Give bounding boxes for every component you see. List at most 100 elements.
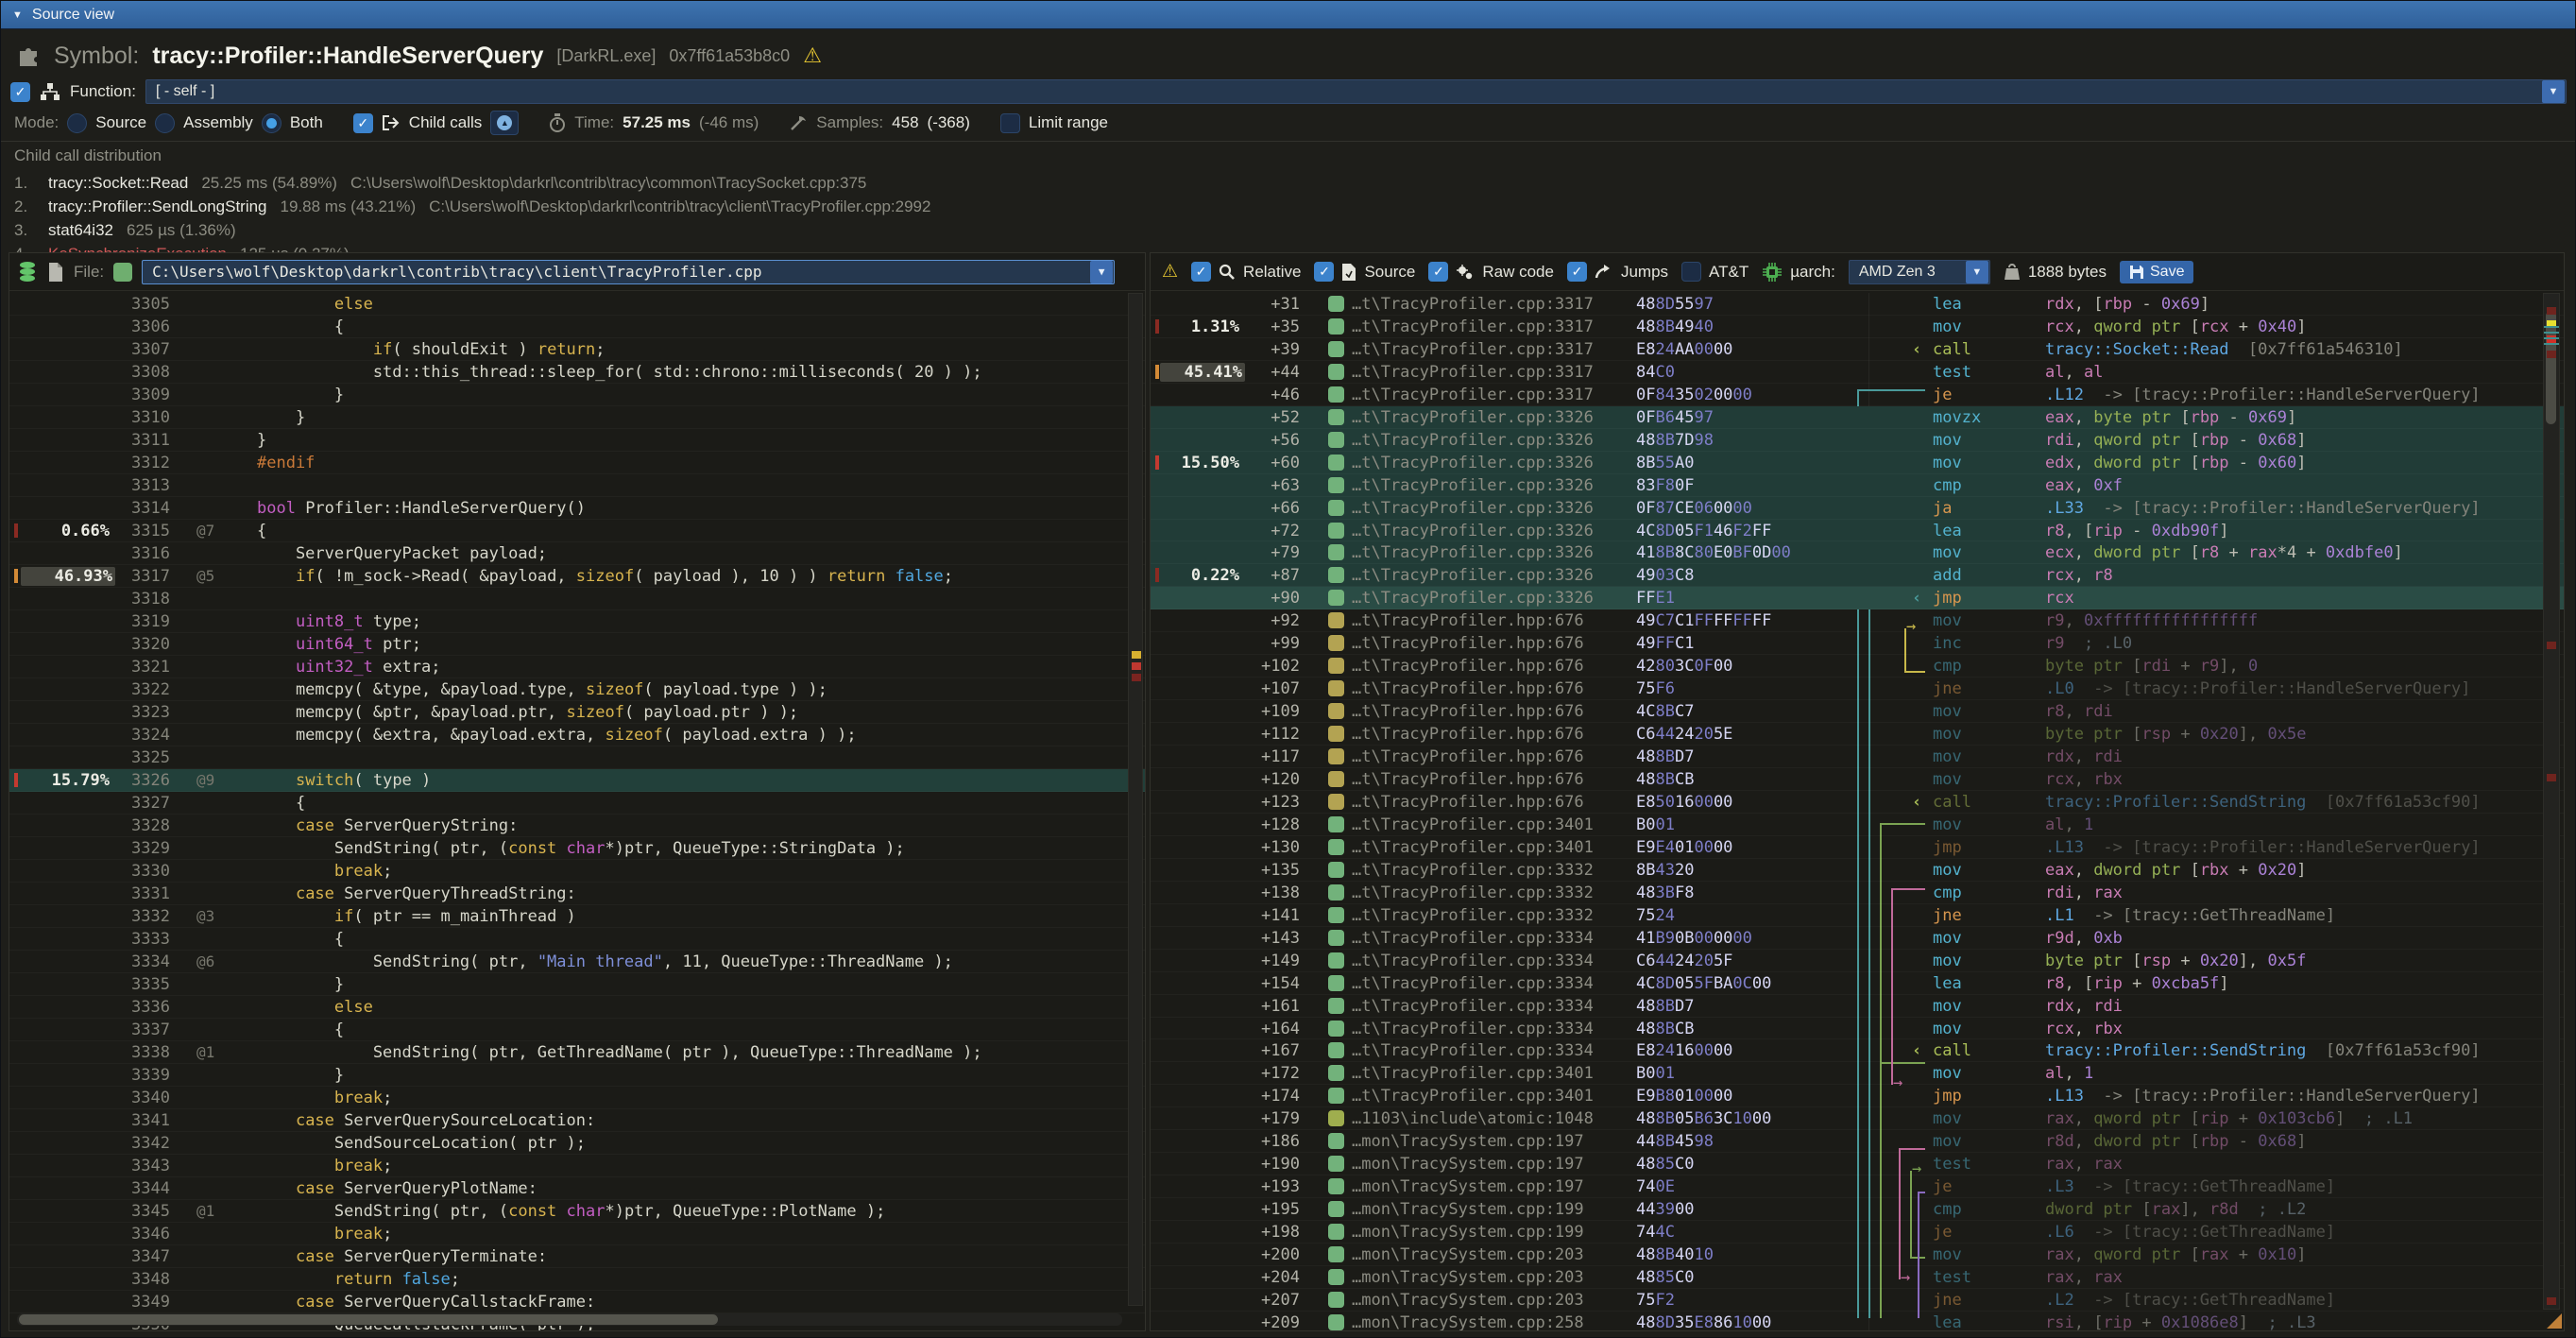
source-location[interactable]: …t\TracyProfiler.cpp:3401 (1352, 1064, 1594, 1083)
source-location[interactable]: …t\TracyProfiler.cpp:3326 (1352, 522, 1594, 540)
source-line[interactable]: 3306 { (9, 316, 1145, 338)
source-file-swatch[interactable] (1328, 1065, 1344, 1081)
source-file-swatch[interactable] (1328, 1178, 1344, 1194)
source-file-swatch[interactable] (1328, 771, 1344, 787)
source-toggle[interactable]: ✓ Source (1314, 262, 1415, 282)
source-file-swatch[interactable] (1328, 816, 1344, 832)
source-location[interactable]: …t\TracyProfiler.cpp:3326 (1352, 431, 1594, 450)
source-file-swatch[interactable] (1328, 1314, 1344, 1330)
source-file-swatch[interactable] (1328, 1246, 1344, 1262)
file-select[interactable]: C:\Users\wolf\Desktop\darkrl\contrib\tra… (142, 260, 1115, 284)
source-file-swatch[interactable] (1328, 523, 1344, 539)
asm-vscroll-thumb[interactable] (2546, 311, 2556, 424)
mode-assembly-label[interactable]: Assembly (183, 113, 253, 132)
source-line[interactable]: 3341 case ServerQuerySourceLocation: (9, 1109, 1145, 1132)
child-call-item[interactable]: 1.tracy::Socket::Read25.25 ms (54.89%)C:… (14, 171, 2565, 195)
asm-row[interactable]: +154…t\TracyProfiler.cpp:33344C8D055FBA0… (1151, 972, 2564, 995)
asm-row[interactable]: +161…t\TracyProfiler.cpp:3334488BD7movrd… (1151, 995, 2564, 1018)
asm-row[interactable]: +209…mon\TracySystem.cpp:258488D35E88610… (1151, 1312, 2564, 1330)
asm-row[interactable]: +107…t\TracyProfiler.hpp:67675F6jne.L0 -… (1151, 678, 2564, 700)
asm-row[interactable]: +204…mon\TracySystem.cpp:2034885C0testra… (1151, 1266, 2564, 1289)
source-line[interactable]: 3314bool Profiler::HandleServerQuery() (9, 497, 1145, 520)
source-line[interactable]: 3345@1 SendString( ptr, (const char*)ptr… (9, 1200, 1145, 1223)
source-file-swatch[interactable] (1328, 1021, 1344, 1037)
source-location[interactable]: …mon\TracySystem.cpp:203 (1352, 1291, 1584, 1310)
source-location[interactable]: …t\TracyProfiler.hpp:676 (1352, 725, 1584, 744)
mode-radio-assembly[interactable] (155, 113, 175, 133)
asm-row[interactable]: +143…t\TracyProfiler.cpp:333441B90B00000… (1151, 927, 2564, 950)
asm-row[interactable]: +207…mon\TracySystem.cpp:20375F2jne.L2 -… (1151, 1289, 2564, 1312)
source-line[interactable]: 3307 if( shouldExit ) return; (9, 338, 1145, 361)
asm-row[interactable]: 45.41%+44…t\TracyProfiler.cpp:331784C0te… (1151, 361, 2564, 384)
source-line[interactable]: 3323 memcpy( &ptr, &payload.ptr, sizeof(… (9, 701, 1145, 724)
source-line[interactable]: 3305 else (9, 293, 1145, 316)
source-line[interactable]: 3339 } (9, 1064, 1145, 1087)
mode-both-label[interactable]: Both (290, 113, 323, 132)
file-color-swatch[interactable] (113, 263, 132, 282)
source-line[interactable]: 3309 } (9, 384, 1145, 406)
asm-row[interactable]: +174…t\TracyProfiler.cpp:3401E9B8010000j… (1151, 1085, 2564, 1107)
source-file-swatch[interactable] (1328, 680, 1344, 696)
asm-row[interactable]: +56…t\TracyProfiler.cpp:3326488B7D98movr… (1151, 429, 2564, 452)
source-line[interactable]: 3321 uint32_t extra; (9, 656, 1145, 678)
source-location[interactable]: …t\TracyProfiler.cpp:3401 (1352, 1087, 1594, 1106)
asm-row[interactable]: +72…t\TracyProfiler.cpp:33264C8D05F146F2… (1151, 520, 2564, 542)
mode-radio-source[interactable] (67, 113, 87, 133)
source-location[interactable]: …t\TracyProfiler.cpp:3326 (1352, 476, 1594, 495)
source-location[interactable]: …t\TracyProfiler.cpp:3326 (1352, 408, 1594, 427)
asm-row[interactable]: +109…t\TracyProfiler.hpp:6764C8BC7movr8,… (1151, 700, 2564, 723)
source-line[interactable]: 3340 break; (9, 1087, 1145, 1109)
asm-row[interactable]: +138…t\TracyProfiler.cpp:3332483BF8cmprd… (1151, 882, 2564, 904)
source-line[interactable]: 3324 memcpy( &extra, &payload.extra, siz… (9, 724, 1145, 746)
source-line[interactable]: 3337 { (9, 1019, 1145, 1041)
source-line[interactable]: 3347 case ServerQueryTerminate: (9, 1245, 1145, 1268)
child-call-item[interactable]: 2.tracy::Profiler::SendLongString19.88 m… (14, 195, 2565, 218)
source-line[interactable]: 3311} (9, 429, 1145, 452)
source-file-swatch[interactable] (1328, 1269, 1344, 1285)
asm-row[interactable]: +63…t\TracyProfiler.cpp:332683F80Fcmpeax… (1151, 474, 2564, 497)
source-line[interactable]: 3344 case ServerQueryPlotName: (9, 1177, 1145, 1200)
source-location[interactable]: …t\TracyProfiler.cpp:3317 (1352, 363, 1594, 382)
chevron-down-icon[interactable]: ▼ (2542, 80, 2565, 103)
source-line[interactable]: 3327 { (9, 792, 1145, 815)
source-file-swatch[interactable] (1328, 341, 1344, 357)
source-file-swatch[interactable] (1328, 318, 1344, 334)
asm-row[interactable]: +141…t\TracyProfiler.cpp:33327524jne.L1 … (1151, 904, 2564, 927)
asm-anchor[interactable]: @7 (196, 522, 214, 540)
source-line[interactable]: 3331 case ServerQueryThreadString: (9, 883, 1145, 905)
source-location[interactable]: …t\TracyProfiler.cpp:3326 (1352, 589, 1594, 608)
source-location[interactable]: …t\TracyProfiler.hpp:676 (1352, 679, 1584, 698)
asm-row[interactable]: +200…mon\TracySystem.cpp:203488B4010movr… (1151, 1244, 2564, 1266)
source-location[interactable]: …t\TracyProfiler.cpp:3332 (1352, 861, 1594, 880)
jumps-toggle[interactable]: ✓ Jumps (1567, 262, 1668, 282)
asm-row[interactable]: +39…t\TracyProfiler.cpp:3317E824AA0000‹c… (1151, 338, 2564, 361)
mode-radio-both[interactable] (262, 113, 281, 133)
asm-row[interactable]: +46…t\TracyProfiler.cpp:33170F8435020000… (1151, 384, 2564, 406)
asm-row[interactable]: +164…t\TracyProfiler.cpp:3334488BCBmovrc… (1151, 1018, 2564, 1040)
asm-row[interactable]: +195…mon\TracySystem.cpp:199443900cmpdwo… (1151, 1198, 2564, 1221)
window-titlebar[interactable]: ▼ Source view (1, 1, 2575, 29)
att-toggle[interactable]: AT&T (1681, 262, 1749, 282)
source-line[interactable]: 3318 (9, 588, 1145, 610)
limit-range-label[interactable]: Limit range (1029, 113, 1108, 132)
asm-row[interactable]: +92…t\TracyProfiler.hpp:67649C7C1FFFFFFF… (1151, 609, 2564, 632)
child-calls-checkbox[interactable]: ✓ (353, 113, 373, 133)
source-vscrollbar[interactable] (1128, 293, 1143, 1306)
asm-row[interactable]: +198…mon\TracySystem.cpp:199744Cje.L6 ->… (1151, 1221, 2564, 1244)
source-line[interactable]: 3316 ServerQueryPacket payload; (9, 542, 1145, 565)
asm-row[interactable]: +90…t\TracyProfiler.cpp:3326FFE1‹jmprcx (1151, 587, 2564, 609)
save-button[interactable]: Save (2120, 261, 2193, 283)
asm-anchor[interactable]: @1 (196, 1043, 214, 1061)
source-location[interactable]: …t\TracyProfiler.cpp:3326 (1352, 543, 1594, 562)
source-file-swatch[interactable] (1328, 930, 1344, 946)
asm-anchor[interactable]: @6 (196, 952, 214, 970)
asm-row[interactable]: +190…mon\TracySystem.cpp:1974885C0testra… (1151, 1153, 2564, 1175)
uarch-select[interactable]: AMD Zen 3 ▼ (1849, 260, 1990, 284)
source-location[interactable]: …mon\TracySystem.cpp:258 (1352, 1313, 1584, 1330)
raw-code-toggle[interactable]: ✓ Raw code (1428, 262, 1554, 282)
source-file-swatch[interactable] (1328, 975, 1344, 991)
source-file-swatch[interactable] (1328, 1042, 1344, 1058)
source-location[interactable]: …t\TracyProfiler.hpp:676 (1352, 657, 1584, 676)
source-line[interactable]: 3329 SendString( ptr, (const char*)ptr, … (9, 837, 1145, 860)
asm-row[interactable]: +186…mon\TracySystem.cpp:197448B4598movr… (1151, 1130, 2564, 1153)
